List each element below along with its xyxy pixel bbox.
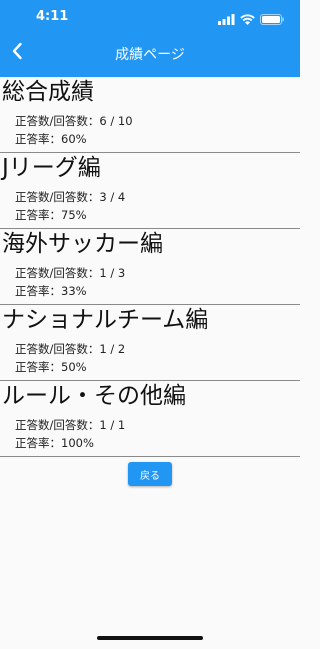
divider <box>0 456 300 457</box>
accuracy-label: 正答率： <box>15 284 61 298</box>
answer-count-label: 正答数/回答数： <box>15 418 100 432</box>
status-bar: 4:11 <box>0 0 300 32</box>
accuracy-value: 100% <box>61 436 94 450</box>
answer-count-line: 正答数/回答数：1 / 2 <box>15 341 125 357</box>
accuracy-line: 正答率：100% <box>15 435 94 451</box>
section-title: ナショナルチーム編 <box>2 307 209 333</box>
answer-count-line: 正答数/回答数：1 / 3 <box>15 265 125 281</box>
answer-count-label: 正答数/回答数： <box>15 190 100 204</box>
top-bar: 4:11 成績ページ <box>0 0 300 77</box>
accuracy-label: 正答率： <box>15 360 61 374</box>
accuracy-label: 正答率： <box>15 132 61 146</box>
section-overall: 総合成績 正答数/回答数：6 / 10 正答率：60% <box>0 77 300 153</box>
accuracy-label: 正答率： <box>15 436 61 450</box>
answer-count-line: 正答数/回答数：3 / 4 <box>15 189 125 205</box>
accuracy-line: 正答率：60% <box>15 131 87 147</box>
status-time: 4:11 <box>36 9 69 24</box>
accuracy-line: 正答率：50% <box>15 359 87 375</box>
app-bar: 成績ページ <box>0 32 300 77</box>
accuracy-value: 33% <box>61 284 87 298</box>
accuracy-value: 75% <box>61 208 87 222</box>
home-indicator[interactable] <box>97 636 203 640</box>
accuracy-line: 正答率：75% <box>15 207 87 223</box>
section-overseas-soccer: 海外サッカー編 正答数/回答数：1 / 3 正答率：33% <box>0 229 300 305</box>
section-rules-other: ルール・その他編 正答数/回答数：1 / 1 正答率：100% <box>0 381 300 457</box>
answer-count-value: 3 / 4 <box>99 190 126 204</box>
answer-count-label: 正答数/回答数： <box>15 114 100 128</box>
section-title: ルール・その他編 <box>2 383 186 409</box>
section-title: 海外サッカー編 <box>2 231 163 257</box>
page-title: 成績ページ <box>115 47 185 63</box>
answer-count-value: 1 / 1 <box>99 418 126 432</box>
section-national-team: ナショナルチーム編 正答数/回答数：1 / 2 正答率：50% <box>0 305 300 381</box>
answer-count-line: 正答数/回答数：1 / 1 <box>15 417 125 433</box>
section-j-league: Jリーグ編 正答数/回答数：3 / 4 正答率：75% <box>0 153 300 229</box>
section-title: Jリーグ編 <box>2 155 101 181</box>
battery-icon <box>260 10 284 29</box>
answer-count-value: 1 / 3 <box>99 266 126 280</box>
accuracy-label: 正答率： <box>15 208 61 222</box>
answer-count-value: 1 / 2 <box>99 342 126 356</box>
status-icons <box>218 10 284 29</box>
answer-count-line: 正答数/回答数：6 / 10 <box>15 113 133 129</box>
answer-count-label: 正答数/回答数： <box>15 342 100 356</box>
answer-count-label: 正答数/回答数： <box>15 266 100 280</box>
accuracy-value: 50% <box>61 360 87 374</box>
section-title: 総合成績 <box>2 79 94 105</box>
wifi-icon <box>240 10 255 29</box>
answer-count-value: 6 / 10 <box>99 114 133 128</box>
results-list: 総合成績 正答数/回答数：6 / 10 正答率：60% Jリーグ編 正答数/回答… <box>0 77 300 457</box>
accuracy-value: 60% <box>61 132 87 146</box>
signal-icon <box>218 10 235 29</box>
back-button[interactable]: 戻る <box>128 462 172 486</box>
accuracy-line: 正答率：33% <box>15 283 87 299</box>
